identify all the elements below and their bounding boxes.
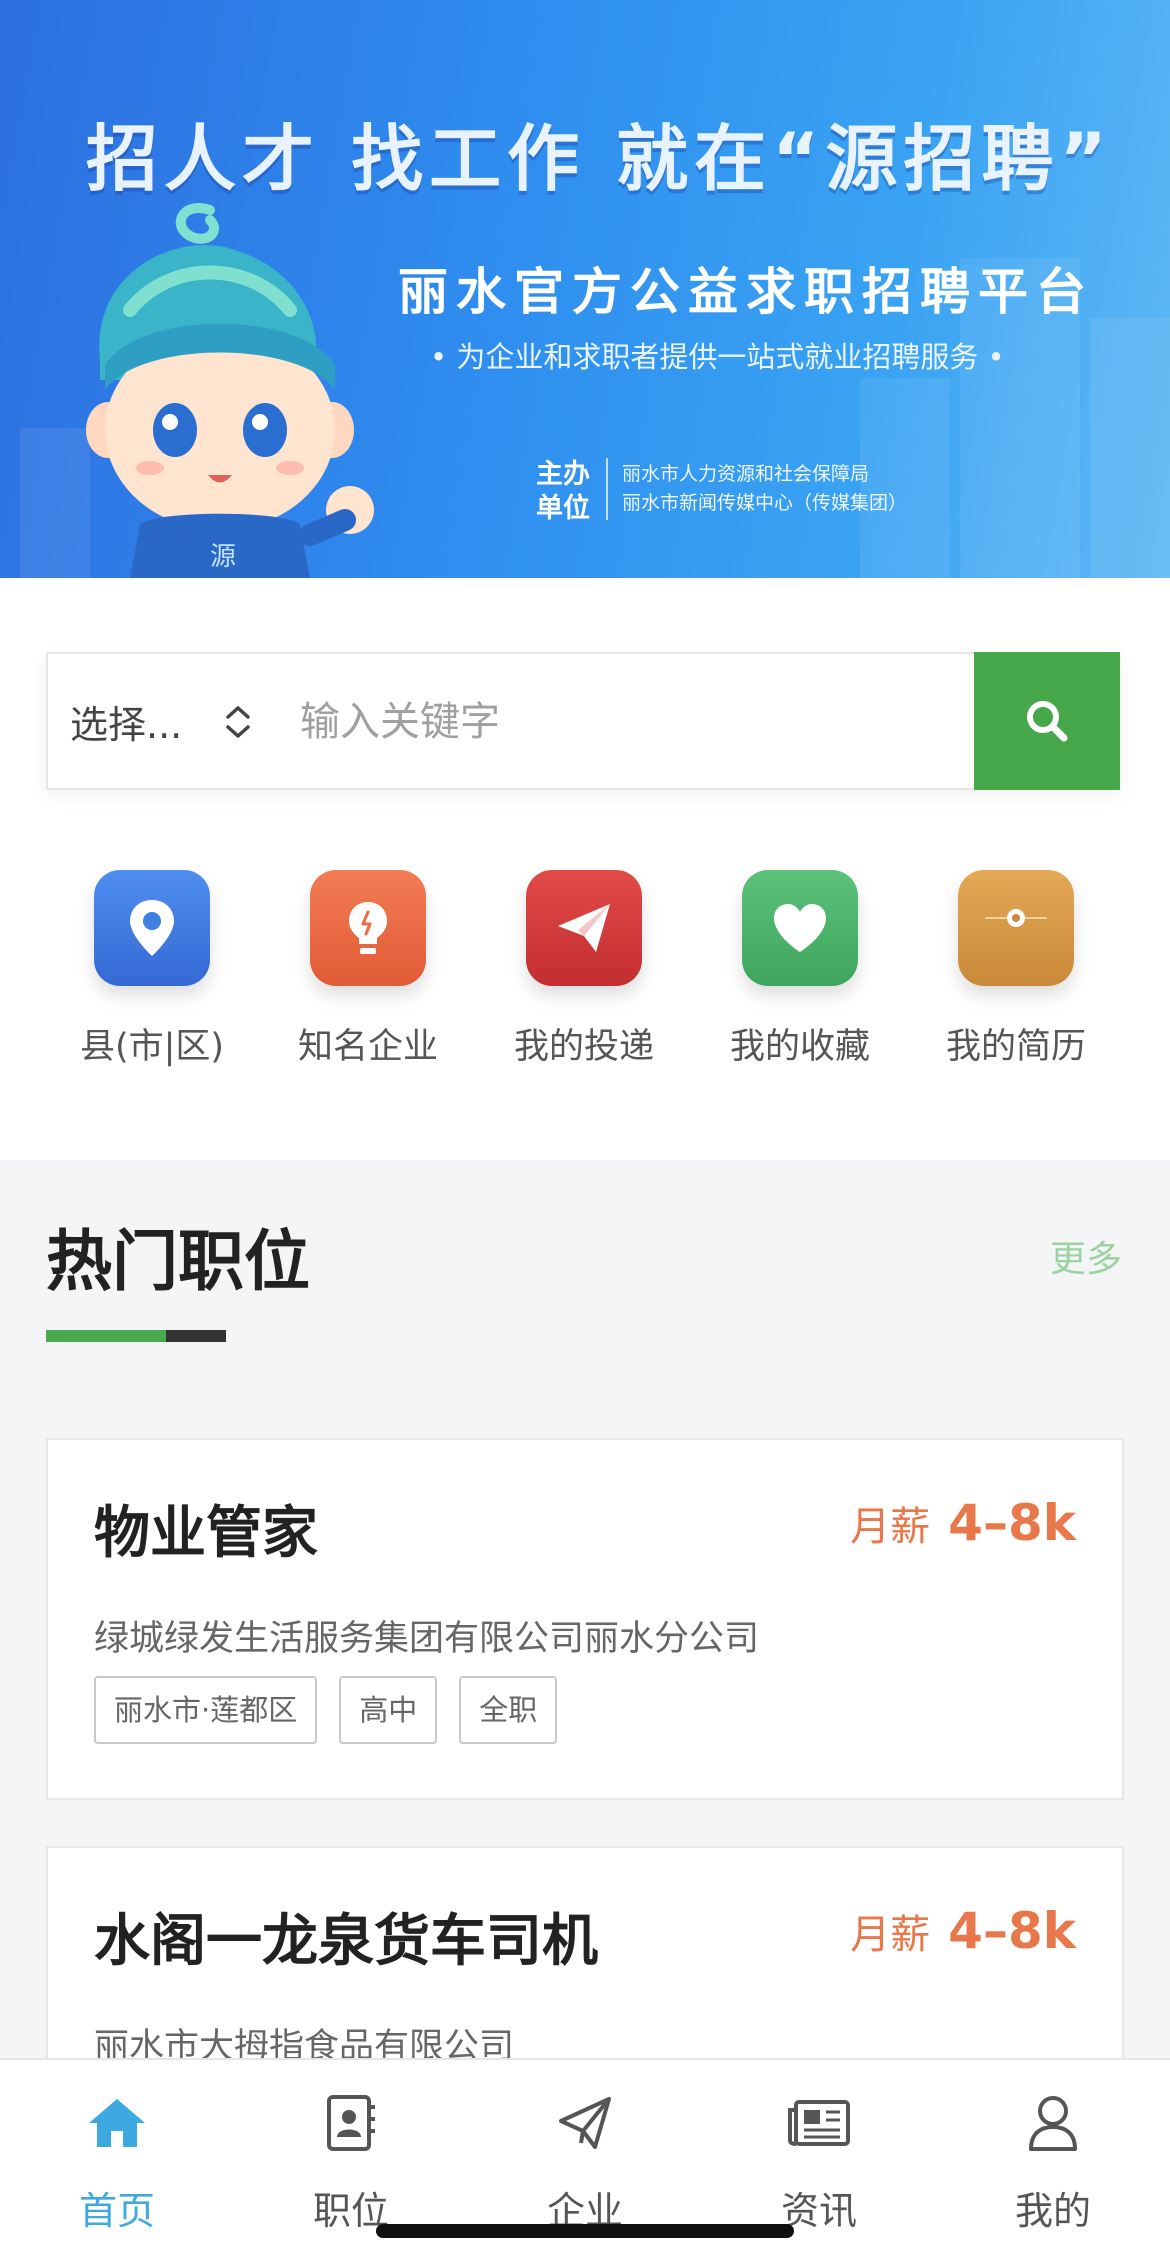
quick-nav-my-resume[interactable]: 我的简历 bbox=[908, 870, 1124, 1069]
user-icon bbox=[1020, 2090, 1086, 2156]
tab-home[interactable]: 首页 bbox=[0, 2090, 234, 2235]
sponsor-divider bbox=[606, 458, 608, 520]
salary-value: 4–8k bbox=[948, 1494, 1076, 1552]
quick-nav: 县(市|区) 知名企业 我的投递 我的收藏 我的简历 bbox=[0, 870, 1170, 1090]
quick-nav-label: 我的投递 bbox=[513, 1027, 654, 1067]
location-tag: 丽水市·莲都区 bbox=[94, 1676, 318, 1744]
job-card[interactable]: 物业管家 月薪 4–8k 绿城绿发生活服务集团有限公司丽水分公司 丽水市·莲都区 … bbox=[46, 1438, 1124, 1800]
sponsor-item: 丽水市人力资源和社会保障局 bbox=[622, 463, 870, 485]
tab-label: 我的 bbox=[1014, 2189, 1091, 2233]
contact-book-icon bbox=[318, 2090, 384, 2156]
job-title: 水阁一龙泉货车司机 bbox=[94, 1909, 598, 1974]
sponsor-item: 丽水市新闻传媒中心（传媒集团） bbox=[622, 492, 908, 514]
salary-value: 4–8k bbox=[948, 1902, 1076, 1960]
sponsor-list: 丽水市人力资源和社会保障局 丽水市新闻传媒中心（传媒集团） bbox=[622, 460, 907, 518]
banner-subtitle: • 为企业和求职者提供一站式就业招聘服务 • bbox=[430, 340, 1005, 374]
home-icon bbox=[84, 2090, 150, 2156]
quick-nav-my-favorites[interactable]: 我的收藏 bbox=[692, 870, 908, 1069]
job-type-tag: 全职 bbox=[459, 1676, 558, 1744]
lightbulb-icon bbox=[310, 870, 426, 986]
title-underline-dark bbox=[166, 1330, 226, 1342]
more-link[interactable]: 更多 bbox=[1050, 1230, 1122, 1282]
title-underline-accent bbox=[46, 1330, 166, 1342]
home-indicator[interactable] bbox=[376, 2224, 794, 2238]
quick-nav-label: 我的简历 bbox=[945, 1027, 1086, 1067]
quick-nav-county[interactable]: 县(市|区) bbox=[44, 870, 260, 1069]
quick-nav-label: 我的收藏 bbox=[729, 1027, 870, 1067]
region-select[interactable]: 选择... bbox=[48, 654, 274, 788]
job-salary: 月薪 4–8k bbox=[850, 1494, 1076, 1552]
quick-nav-label: 知名企业 bbox=[297, 1027, 438, 1067]
tab-companies[interactable]: 企业 bbox=[468, 2090, 702, 2235]
banner-platform-title: 丽水官方公益求职招聘平台 bbox=[398, 263, 1094, 321]
mascot-badge-text: 源 bbox=[210, 542, 236, 572]
mascot-illustration: 源 bbox=[86, 203, 374, 578]
envelope-icon bbox=[958, 870, 1074, 986]
region-select-label: 选择... bbox=[70, 702, 183, 747]
education-tag: 高中 bbox=[339, 1676, 438, 1744]
job-salary: 月薪 4–8k bbox=[850, 1902, 1076, 1960]
sponsor-label: 主办单位 bbox=[536, 459, 590, 524]
salary-label: 月薪 bbox=[850, 1504, 931, 1550]
quick-nav-label: 县(市|区) bbox=[79, 1027, 225, 1067]
search-icon bbox=[1027, 701, 1068, 742]
newspaper-icon bbox=[786, 2090, 852, 2156]
top-banner[interactable]: 招人才 找工作 就在“源招聘” 丽水官方公益求职招聘平台 • 为企业和求职者提供… bbox=[0, 0, 1170, 578]
search-button[interactable] bbox=[974, 652, 1120, 790]
tab-positions[interactable]: 职位 bbox=[234, 2090, 468, 2235]
quick-nav-famous-companies[interactable]: 知名企业 bbox=[260, 870, 476, 1069]
search-bar: 选择... bbox=[46, 652, 1120, 790]
paper-plane-icon bbox=[552, 2090, 618, 2156]
job-title: 物业管家 bbox=[94, 1501, 318, 1566]
company-name: 绿城绿发生活服务集团有限公司丽水分公司 bbox=[94, 1619, 760, 1659]
section-title: 热门职位 bbox=[46, 1223, 310, 1300]
tab-news[interactable]: 资讯 bbox=[702, 2090, 936, 2235]
tab-me[interactable]: 我的 bbox=[936, 2090, 1170, 2235]
job-tags: 丽水市·莲都区 高中 全职 bbox=[94, 1676, 558, 1744]
salary-label: 月薪 bbox=[850, 1912, 931, 1958]
location-pin-icon bbox=[94, 870, 210, 986]
paper-plane-icon bbox=[526, 870, 642, 986]
quick-nav-my-applications[interactable]: 我的投递 bbox=[476, 870, 692, 1069]
keyword-search-input[interactable] bbox=[298, 684, 1002, 760]
chevron-up-down-icon bbox=[226, 706, 250, 738]
tab-label: 首页 bbox=[78, 2189, 155, 2233]
heart-icon bbox=[742, 870, 858, 986]
